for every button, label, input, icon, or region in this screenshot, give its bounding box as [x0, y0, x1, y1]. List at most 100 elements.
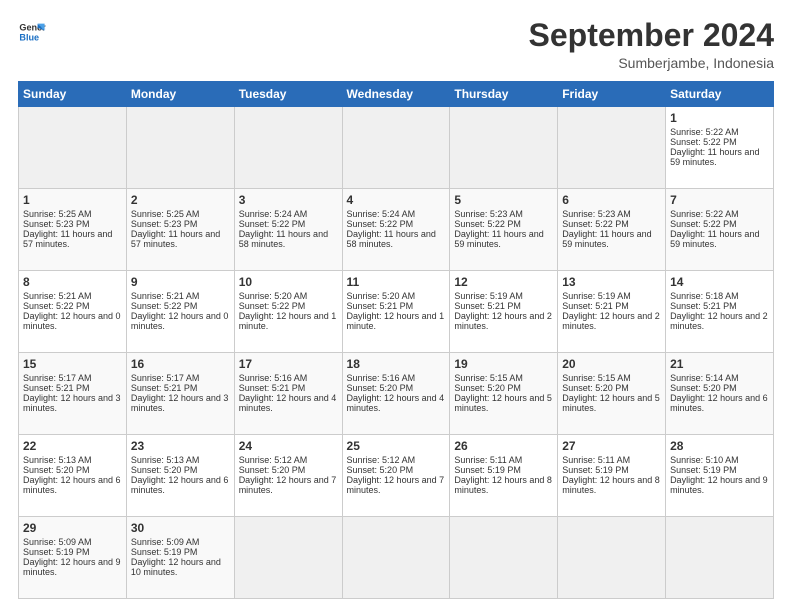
calendar-week-4: 22Sunrise: 5:13 AMSunset: 5:20 PMDayligh… [19, 435, 774, 517]
table-row: 5Sunrise: 5:23 AMSunset: 5:22 PMDaylight… [450, 189, 558, 271]
header-row: Sunday Monday Tuesday Wednesday Thursday… [19, 82, 774, 107]
sunrise-text: Sunrise: 5:19 AM [454, 291, 523, 301]
sunrise-text: Sunrise: 5:13 AM [131, 455, 200, 465]
daylight-text: Daylight: 12 hours and 2 minutes. [670, 311, 768, 331]
logo-icon: General Blue [18, 18, 46, 46]
sunrise-text: Sunrise: 5:20 AM [347, 291, 416, 301]
calendar-table: Sunday Monday Tuesday Wednesday Thursday… [18, 81, 774, 599]
sunset-text: Sunset: 5:20 PM [347, 383, 414, 393]
sunset-text: Sunset: 5:19 PM [670, 465, 737, 475]
sunset-text: Sunset: 5:21 PM [23, 383, 90, 393]
sunset-text: Sunset: 5:20 PM [670, 383, 737, 393]
table-row: 1Sunrise: 5:25 AMSunset: 5:23 PMDaylight… [19, 189, 127, 271]
sunrise-text: Sunrise: 5:23 AM [454, 209, 523, 219]
sunset-text: Sunset: 5:22 PM [239, 219, 306, 229]
table-row: 25Sunrise: 5:12 AMSunset: 5:20 PMDayligh… [342, 435, 450, 517]
sunrise-text: Sunrise: 5:17 AM [131, 373, 200, 383]
header-sunday: Sunday [19, 82, 127, 107]
daylight-text: Daylight: 12 hours and 0 minutes. [23, 311, 121, 331]
daylight-text: Daylight: 12 hours and 9 minutes. [670, 475, 768, 495]
table-row: 30Sunrise: 5:09 AMSunset: 5:19 PMDayligh… [126, 517, 234, 599]
daylight-text: Daylight: 11 hours and 57 minutes. [131, 229, 220, 249]
day-number: 19 [454, 357, 553, 371]
daylight-text: Daylight: 12 hours and 4 minutes. [239, 393, 337, 413]
table-row [342, 517, 450, 599]
daylight-text: Daylight: 11 hours and 57 minutes. [23, 229, 112, 249]
table-row: 23Sunrise: 5:13 AMSunset: 5:20 PMDayligh… [126, 435, 234, 517]
daylight-text: Daylight: 12 hours and 8 minutes. [454, 475, 552, 495]
daylight-text: Daylight: 11 hours and 59 minutes. [562, 229, 651, 249]
sunset-text: Sunset: 5:22 PM [454, 219, 521, 229]
sunset-text: Sunset: 5:19 PM [23, 547, 90, 557]
sunrise-text: Sunrise: 5:15 AM [562, 373, 631, 383]
header-thursday: Thursday [450, 82, 558, 107]
table-row [450, 517, 558, 599]
sunset-text: Sunset: 5:21 PM [239, 383, 306, 393]
sunrise-text: Sunrise: 5:24 AM [347, 209, 416, 219]
header-saturday: Saturday [666, 82, 774, 107]
daylight-text: Daylight: 12 hours and 6 minutes. [23, 475, 121, 495]
title-block: September 2024 Sumberjambe, Indonesia [529, 18, 774, 71]
daylight-text: Daylight: 11 hours and 58 minutes. [239, 229, 328, 249]
day-number: 14 [670, 275, 769, 289]
table-row: 19Sunrise: 5:15 AMSunset: 5:20 PMDayligh… [450, 353, 558, 435]
table-row: 14Sunrise: 5:18 AMSunset: 5:21 PMDayligh… [666, 271, 774, 353]
daylight-text: Daylight: 12 hours and 7 minutes. [239, 475, 337, 495]
day-number: 15 [23, 357, 122, 371]
sunrise-text: Sunrise: 5:23 AM [562, 209, 631, 219]
day-number: 24 [239, 439, 338, 453]
daylight-text: Daylight: 12 hours and 10 minutes. [131, 557, 221, 577]
sunset-text: Sunset: 5:22 PM [23, 301, 90, 311]
table-row [558, 107, 666, 189]
day-number: 30 [131, 521, 230, 535]
table-row: 24 Sunrise: 5:12 AMSunset: 5:20 PMDayligh… [234, 435, 342, 517]
table-row: 11Sunrise: 5:20 AMSunset: 5:21 PMDayligh… [342, 271, 450, 353]
table-row: 29Sunrise: 5:09 AMSunset: 5:19 PMDayligh… [19, 517, 127, 599]
table-row: 28Sunrise: 5:10 AMSunset: 5:19 PMDayligh… [666, 435, 774, 517]
table-row [234, 517, 342, 599]
sunset-text: Sunset: 5:20 PM [239, 465, 306, 475]
day-number: 22 [23, 439, 122, 453]
sunset-text: Sunset: 5:20 PM [454, 383, 521, 393]
daylight-text: Daylight: 12 hours and 3 minutes. [23, 393, 121, 413]
day-number: 13 [562, 275, 661, 289]
sunrise-text: Sunrise: 5:11 AM [562, 455, 630, 465]
table-row: 2 Sunrise: 5:25 AMSunset: 5:23 PMDaylight… [126, 189, 234, 271]
table-row [666, 517, 774, 599]
sunrise-text: Sunrise: 5:12 AM [239, 455, 308, 465]
day-number: 12 [454, 275, 553, 289]
daylight-text: Daylight: 12 hours and 3 minutes. [131, 393, 229, 413]
calendar-week-3: 15Sunrise: 5:17 AMSunset: 5:21 PMDayligh… [19, 353, 774, 435]
sunrise-text: Sunrise: 5:12 AM [347, 455, 416, 465]
table-row: 17Sunrise: 5:16 AMSunset: 5:21 PMDayligh… [234, 353, 342, 435]
header: General Blue September 2024 Sumberjambe,… [18, 18, 774, 71]
table-row: 20Sunrise: 5:15 AMSunset: 5:20 PMDayligh… [558, 353, 666, 435]
calendar-week-1: 1Sunrise: 5:25 AMSunset: 5:23 PMDaylight… [19, 189, 774, 271]
table-row: 22Sunrise: 5:13 AMSunset: 5:20 PMDayligh… [19, 435, 127, 517]
day-number: 2 [131, 193, 230, 207]
svg-text:Blue: Blue [19, 32, 39, 42]
day-number: 28 [670, 439, 769, 453]
sunrise-text: Sunrise: 5:21 AM [131, 291, 200, 301]
table-row: 13Sunrise: 5:19 AMSunset: 5:21 PMDayligh… [558, 271, 666, 353]
sunset-text: Sunset: 5:21 PM [454, 301, 521, 311]
table-row: 27Sunrise: 5:11 AMSunset: 5:19 PMDayligh… [558, 435, 666, 517]
sunset-text: Sunset: 5:22 PM [347, 219, 414, 229]
table-row: 21Sunrise: 5:14 AMSunset: 5:20 PMDayligh… [666, 353, 774, 435]
sunset-text: Sunset: 5:23 PM [131, 219, 198, 229]
table-row: 9Sunrise: 5:21 AMSunset: 5:22 PMDaylight… [126, 271, 234, 353]
sunrise-text: Sunrise: 5:13 AM [23, 455, 92, 465]
daylight-text: Daylight: 12 hours and 0 minutes. [131, 311, 229, 331]
header-wednesday: Wednesday [342, 82, 450, 107]
sunrise-text: Sunrise: 5:15 AM [454, 373, 523, 383]
table-row: 8Sunrise: 5:21 AMSunset: 5:22 PMDaylight… [19, 271, 127, 353]
day-number: 26 [454, 439, 553, 453]
table-row [19, 107, 127, 189]
sunrise-text: Sunrise: 5:25 AM [131, 209, 200, 219]
calendar-week-2: 8Sunrise: 5:21 AMSunset: 5:22 PMDaylight… [19, 271, 774, 353]
sunset-text: Sunset: 5:21 PM [562, 301, 629, 311]
sunrise-text: Sunrise: 5:17 AM [23, 373, 92, 383]
day-number: 10 [239, 275, 338, 289]
sunset-text: Sunset: 5:20 PM [562, 383, 629, 393]
table-row: 6Sunrise: 5:23 AMSunset: 5:22 PMDaylight… [558, 189, 666, 271]
